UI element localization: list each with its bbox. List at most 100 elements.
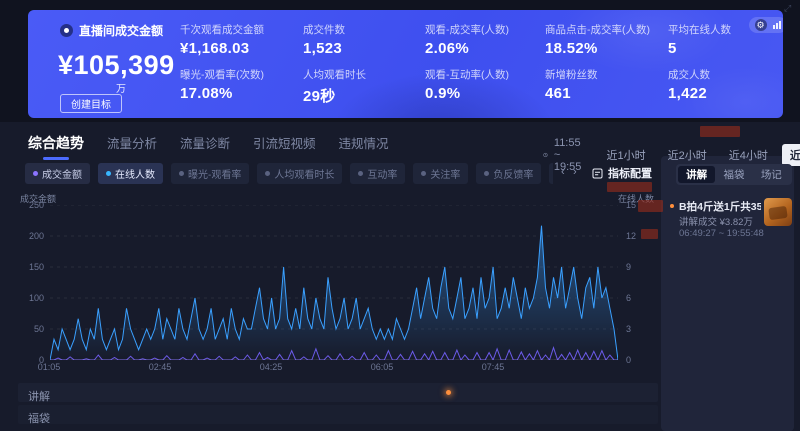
annotation-mark — [700, 126, 740, 137]
bars-icon[interactable] — [772, 20, 782, 30]
metric-label: 千次观看成交金额 — [180, 22, 264, 37]
metric-label: 曝光-观看率(次数) — [180, 67, 264, 82]
primary-metric-title: 直播间成交金额 — [60, 22, 163, 39]
chip-dot-icon — [33, 171, 38, 176]
side-tab-3[interactable]: 场记 — [753, 166, 790, 183]
live-room-icon — [60, 24, 73, 37]
clock-icon — [543, 150, 548, 160]
primary-metric-unit: 万 — [116, 80, 126, 95]
range-button[interactable]: 近4小时 — [721, 144, 776, 166]
create-goal-button[interactable]: 创建目标 — [60, 94, 122, 113]
x-axis-tick: 01:05 — [31, 362, 67, 372]
range-button[interactable]: 近8小时 — [782, 144, 800, 166]
left-axis-tick: 100 — [14, 293, 44, 303]
explain-item-title[interactable]: B拍4斤送1斤共35-4... — [679, 199, 761, 214]
expand-icon: ⤢ — [784, 3, 791, 14]
side-tab-2[interactable]: 福袋 — [715, 166, 752, 183]
metric-label: 成交件数 — [303, 22, 345, 37]
metric-cell: 商品点击-成交率(人数) 18.52% — [545, 22, 650, 57]
chip-label: 关注率 — [430, 166, 460, 181]
track-luckybag-row[interactable] — [18, 405, 658, 424]
track-label: 讲解 — [28, 388, 50, 404]
time-range-text: 11:55 ~ 19:55 — [554, 137, 587, 173]
trend-chart[interactable] — [50, 205, 618, 360]
right-axis-tick: 0 — [626, 355, 631, 365]
tab-item-1[interactable]: 流量分析 — [107, 133, 157, 159]
metric-label: 人均观看时长 — [303, 67, 366, 82]
range-button[interactable]: 近2小时 — [660, 144, 715, 166]
range-button[interactable]: 近1小时 — [599, 144, 654, 166]
metric-value: 1,523 — [303, 40, 345, 57]
tab-item-3[interactable]: 引流短视频 — [253, 133, 316, 159]
metric-label: 成交人数 — [668, 67, 710, 82]
chip-prev-icon[interactable]: ‹ — [561, 166, 565, 178]
left-axis-tick: 50 — [14, 324, 44, 334]
metric-cell: 人均观看时长29秒 — [303, 67, 366, 106]
item-bullet-icon — [670, 204, 674, 208]
chip-dot-icon — [265, 171, 270, 176]
config-icon — [592, 168, 603, 179]
metric-chip[interactable]: 关注率 — [413, 163, 468, 184]
metric-value: 17.08% — [180, 85, 264, 102]
metric-chip[interactable]: 成交金额 — [25, 163, 90, 184]
trend-tabs: 综合趋势流量分析流量诊断引流短视频违规情况 — [28, 133, 389, 160]
metric-value: 5 — [668, 40, 731, 57]
metric-config-label: 指标配置 — [608, 165, 652, 181]
metric-value: 1,422 — [668, 85, 710, 102]
right-axis-tick: 15 — [626, 200, 636, 210]
chip-label: 成交金额 — [42, 166, 82, 181]
metric-chip[interactable]: 曝光-观看率 — [171, 163, 249, 184]
chip-label: 互动率 — [367, 166, 397, 181]
tab-trend[interactable]: 综合趋势 — [28, 133, 84, 160]
chip-dot-icon — [484, 171, 489, 176]
primary-metric-value: ¥105,399 — [58, 50, 175, 81]
chip-dot-icon — [358, 171, 363, 176]
metric-cell: 观看-互动率(人数) 0.9% — [425, 67, 509, 102]
metric-cell: 成交人数 1,422 — [668, 67, 710, 102]
dashboard-screen: ⤢ 直播间成交金额 ¥105,399 万 创建目标 千次观看成交金额 ¥1,168… — [0, 0, 800, 431]
metric-chip[interactable]: 人均观看时长 — [257, 163, 342, 184]
metric-label: 新增粉丝数 — [545, 67, 598, 82]
product-thumbnail[interactable] — [764, 198, 792, 226]
x-axis-tick: 04:25 — [253, 362, 289, 372]
chip-label: 人均观看时长 — [274, 166, 334, 181]
track-explain-row[interactable] — [18, 383, 658, 402]
metric-chip[interactable]: 互动率 — [350, 163, 405, 184]
metric-cell: 曝光-观看率(次数) 17.08% — [180, 67, 264, 102]
explain-item-time: 06:49:27 ~ 19:55:48 — [679, 228, 764, 239]
right-axis-tick: 3 — [626, 324, 631, 334]
primary-metric-label: 直播间成交金额 — [79, 22, 163, 39]
left-axis-tick: 150 — [14, 262, 44, 272]
chip-label: 在线人数 — [115, 166, 155, 181]
side-tab-1[interactable]: 讲解 — [678, 166, 715, 183]
side-panel-tabs: 讲解福袋场记 — [676, 164, 792, 185]
metric-label: 商品点击-成交率(人数) — [545, 22, 650, 37]
metric-chip[interactable]: 负反馈次数 — [549, 163, 553, 184]
metric-value: 18.52% — [545, 40, 650, 57]
annotation-mark — [638, 200, 663, 212]
chip-dot-icon — [421, 171, 426, 176]
annotation-mark — [641, 229, 658, 239]
metric-config-button[interactable]: 指标配置 — [592, 165, 652, 181]
x-axis-tick: 06:05 — [364, 362, 400, 372]
gear-icon[interactable]: ⚙ — [755, 19, 767, 31]
marker-dot[interactable] — [446, 390, 451, 395]
metric-chip[interactable]: 负反馈率 — [476, 163, 541, 184]
x-axis-tick: 07:45 — [475, 362, 511, 372]
metric-label: 观看-互动率(人数) — [425, 67, 509, 82]
chip-dot-icon — [106, 171, 111, 176]
chip-label: 负反馈率 — [493, 166, 533, 181]
metric-value: 0.9% — [425, 85, 509, 102]
tab-item-2[interactable]: 流量诊断 — [180, 133, 230, 159]
metric-cell: 观看-成交率(人数)2.06% — [425, 22, 509, 57]
metric-value: 461 — [545, 85, 598, 102]
metric-cell: 成交件数 1,523 — [303, 22, 345, 57]
metric-value: 2.06% — [425, 40, 509, 57]
metric-chip[interactable]: 在线人数 — [98, 163, 163, 184]
chip-next-icon[interactable]: › — [573, 166, 577, 178]
tab-item-4[interactable]: 违规情况 — [339, 133, 389, 159]
explain-item-gmv: 讲解成交 ¥3.82万 — [679, 214, 753, 228]
metric-cell: 千次观看成交金额 ¥1,168.03 — [180, 22, 264, 57]
metric-value: ¥1,168.03 — [180, 40, 264, 57]
metric-cell: 平均在线人数5 — [668, 22, 731, 57]
